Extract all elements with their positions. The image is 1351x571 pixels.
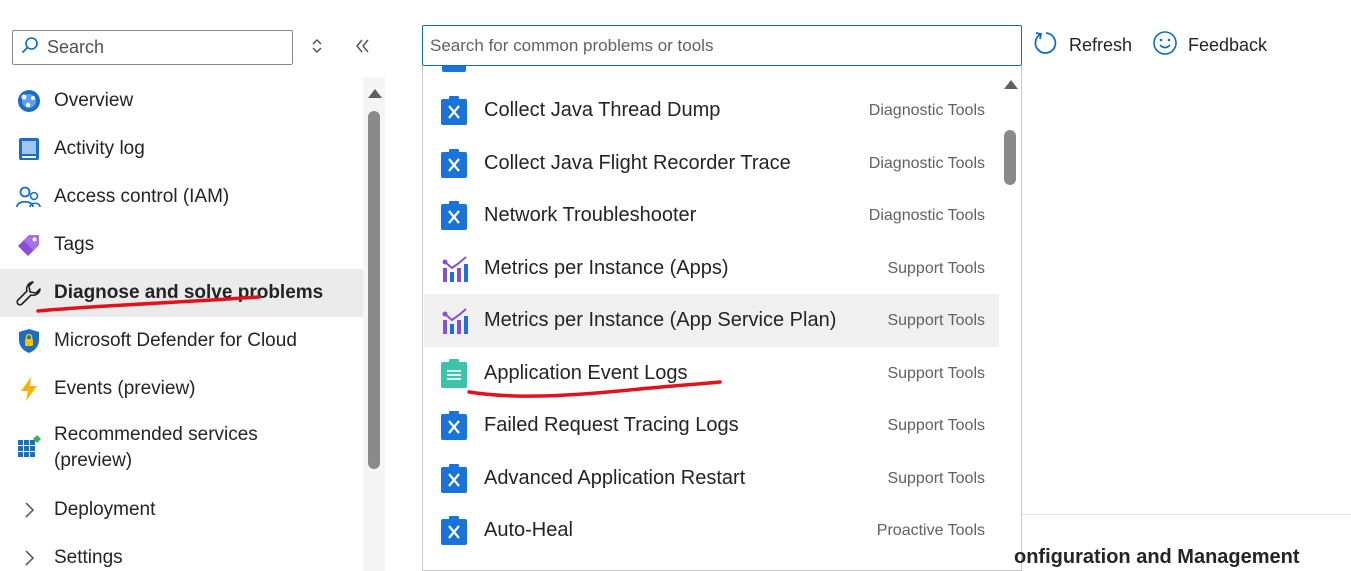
sidebar-item-label-line1: Recommended services	[54, 424, 258, 445]
suggestion-category: Support Tools	[887, 311, 985, 329]
suggestion-name: Auto-Heal	[484, 519, 573, 541]
suggestion-item[interactable]: Failed Request Tracing Logs Support Tool…	[424, 399, 999, 452]
suggestion-category: Diagnostic Tools	[868, 206, 985, 224]
sidebar-item-recommended-services[interactable]: Recommended services (preview)	[0, 413, 363, 473]
tool-icon	[441, 410, 467, 440]
sidebar-item-label: Diagnose and solve problems	[54, 282, 324, 303]
suggestion-name: Failed Request Tracing Logs	[484, 414, 739, 436]
tag-icon	[16, 232, 42, 258]
suggestion-category: Support Tools	[887, 259, 985, 277]
search-icon	[21, 36, 39, 59]
suggestion-item[interactable]: Collect Java Thread Dump Diagnostic Tool…	[424, 84, 999, 137]
metrics-icon	[442, 255, 468, 282]
problems-search-input[interactable]	[430, 35, 1021, 56]
wrench-icon	[16, 280, 42, 306]
chevron-right-icon	[16, 497, 42, 523]
sidebar-item-diagnose-and-solve[interactable]: Diagnose and solve problems	[0, 269, 363, 317]
suggestion-item[interactable]: Network Troubleshooter Diagnostic Tools	[424, 189, 999, 242]
dropdown-scrollbar[interactable]	[1001, 66, 1021, 570]
tool-icon	[441, 200, 467, 230]
suggestion-category: Support Tools	[887, 416, 985, 434]
sidebar-scrollbar[interactable]	[363, 77, 385, 571]
sidebar-item-label: Microsoft Defender for Cloud	[54, 330, 297, 351]
sidebar-item-label: Overview	[54, 90, 134, 111]
scroll-up-arrow-icon[interactable]	[368, 89, 382, 98]
sidebar-item-access-control[interactable]: Access control (IAM)	[0, 173, 363, 221]
activity-log-icon	[16, 136, 42, 162]
sidebar-item-label-line2: (preview)	[54, 450, 133, 471]
suggestion-item[interactable]: Advanced Application Restart Support Too…	[424, 452, 999, 505]
scrollbar-thumb[interactable]	[1004, 130, 1016, 185]
suggestion-item[interactable]: Metrics per Instance (App Service Plan) …	[424, 294, 999, 347]
sidebar-item-defender[interactable]: Microsoft Defender for Cloud	[0, 317, 363, 365]
sidebar-item-label: Deployment	[54, 499, 156, 520]
suggestion-category: Diagnostic Tools	[868, 154, 985, 172]
suggestion-name: Collect Java Thread Dump	[484, 99, 721, 121]
problems-search-box[interactable]	[422, 25, 1022, 66]
sidebar-item-events[interactable]: Events (preview)	[0, 365, 363, 413]
sidebar-item-overview[interactable]: Overview	[0, 77, 363, 125]
scrollbar-thumb[interactable]	[368, 111, 380, 469]
sidebar-item-label: Settings	[54, 547, 123, 568]
sidebar-item-label: Recommended services (preview)	[54, 422, 258, 474]
suggestion-name: Collect Java Flight Recorder Trace	[484, 152, 791, 174]
sidebar-item-label: Events (preview)	[54, 378, 196, 399]
suggestion-name: Application Event Logs	[484, 362, 688, 384]
sidebar-item-settings[interactable]: Settings	[0, 534, 363, 571]
partial-item-icon	[442, 66, 466, 72]
suggestion-name: Metrics per Instance (Apps)	[484, 257, 729, 279]
chevron-right-icon	[16, 545, 42, 571]
tool-icon	[441, 515, 467, 545]
suggestion-item[interactable]: Metrics per Instance (Apps) Support Tool…	[424, 242, 999, 295]
smiley-icon	[1152, 30, 1178, 61]
double-chevron-left-icon	[355, 39, 371, 58]
tool-icon	[441, 463, 467, 493]
suggestion-category: Support Tools	[887, 469, 985, 487]
section-divider	[1022, 514, 1351, 515]
suggestion-name: Metrics per Instance (App Service Plan)	[484, 309, 837, 331]
lightning-icon	[16, 376, 42, 402]
suggestion-item[interactable]: Application Event Logs Support Tools	[424, 347, 999, 400]
sidebar-item-label: Tags	[54, 234, 95, 255]
suggestion-category: Proactive Tools	[876, 521, 985, 539]
sidebar-item-label: Access control (IAM)	[54, 186, 230, 207]
suggestion-item[interactable]: Collect Java Flight Recorder Trace Diagn…	[424, 137, 999, 190]
sidebar-item-activity-log[interactable]: Activity log	[0, 125, 363, 173]
access-control-icon	[16, 184, 42, 210]
refresh-icon	[1033, 30, 1059, 61]
sidebar-item-label: Activity log	[54, 138, 145, 159]
sidebar-search-placeholder: Search	[47, 37, 105, 57]
sidebar-item-deployment[interactable]: Deployment	[0, 486, 363, 534]
overview-icon	[16, 88, 42, 114]
feedback-button[interactable]: Feedback	[1152, 30, 1267, 60]
metrics-icon	[442, 307, 468, 334]
suggestion-category: Diagnostic Tools	[868, 101, 985, 119]
sort-toggle-button[interactable]	[305, 35, 329, 61]
refresh-label: Refresh	[1069, 34, 1133, 55]
sidebar-search-box[interactable]: Search	[12, 30, 293, 65]
refresh-button[interactable]: Refresh	[1033, 30, 1132, 60]
section-heading: onfiguration and Management	[1014, 546, 1300, 568]
suggestion-name: Network Troubleshooter	[484, 204, 697, 226]
shield-icon	[16, 328, 42, 354]
suggestion-category: Support Tools	[887, 364, 985, 382]
sidebar-item-tags[interactable]: Tags	[0, 221, 363, 269]
tool-icon	[441, 95, 467, 125]
suggestion-name: Advanced Application Restart	[484, 467, 746, 489]
scroll-up-arrow-icon[interactable]	[1004, 80, 1018, 89]
event-log-icon	[441, 358, 467, 388]
sort-arrows-icon	[311, 38, 323, 59]
collapse-sidebar-button[interactable]	[350, 35, 376, 61]
search-suggestions-dropdown: Collect Java Thread Dump Diagnostic Tool…	[422, 66, 1022, 571]
grid-icon	[16, 434, 42, 460]
feedback-label: Feedback	[1188, 34, 1268, 55]
tool-icon	[441, 148, 467, 178]
suggestion-item[interactable]: Auto-Heal Proactive Tools	[424, 504, 999, 557]
